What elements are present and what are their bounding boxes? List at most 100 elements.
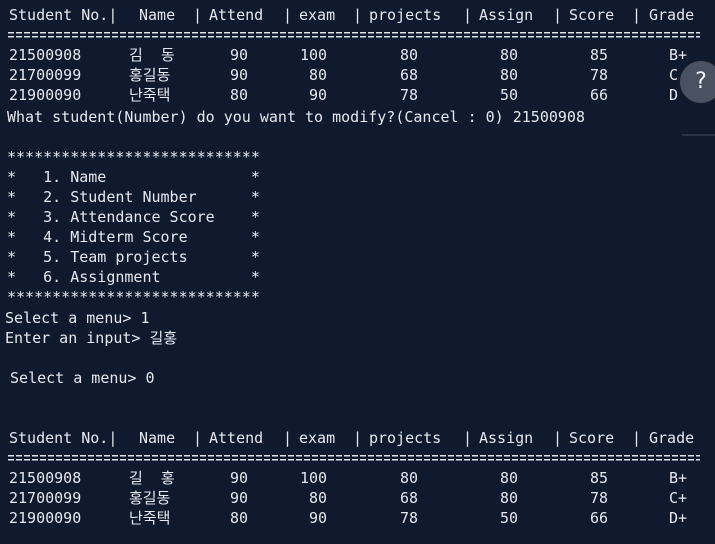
header-divider: | [353, 6, 363, 24]
cell-projects: 78 [400, 86, 419, 104]
cell-exam: 90 [309, 509, 328, 527]
cell-score: 66 [590, 509, 609, 527]
cell-assign: 80 [500, 489, 519, 507]
menu-item-assignment: * 6. Assignment * [7, 268, 260, 286]
table-row: 21900090 난죽택 80 90 78 50 66 D [0, 85, 678, 105]
table-header-top: Student No.| Name | Attend | exam | proj… [0, 5, 694, 25]
cell-grade: D+ [669, 509, 688, 527]
cell-assign: 50 [500, 509, 519, 527]
cell-assign: 80 [500, 469, 519, 487]
cell-student-no: 21700099 [9, 489, 82, 507]
header-divider: | [632, 429, 642, 447]
header-name: Name [139, 6, 176, 24]
header-score: Score [569, 429, 615, 447]
header-divider: | [463, 429, 473, 447]
cell-name: 길 홍 [129, 469, 175, 487]
cell-score: 78 [590, 66, 609, 84]
menu-border-bottom: **************************** [7, 288, 260, 306]
table-row: 21500908 길 홍 90 100 80 80 85 B+ [0, 468, 687, 488]
cell-assign: 80 [500, 46, 519, 64]
cell-score: 66 [590, 86, 609, 104]
header-grade: Grade [649, 429, 695, 447]
cell-score: 85 [590, 46, 609, 64]
cell-exam: 100 [300, 46, 328, 64]
cell-name: 홍길동 [129, 66, 171, 84]
help-button[interactable]: ? [678, 59, 715, 105]
header-student-no: Student No.| [9, 6, 118, 24]
header-assign: Assign [479, 429, 534, 447]
header-divider: | [353, 429, 363, 447]
cell-projects: 80 [400, 46, 419, 64]
cell-assign: 80 [500, 66, 519, 84]
cell-projects: 80 [400, 469, 419, 487]
cell-exam: 90 [309, 86, 328, 104]
cell-assign: 50 [500, 86, 519, 104]
cell-name: 난죽택 [129, 509, 171, 527]
header-projects: projects [369, 429, 442, 447]
cell-grade: B+ [669, 469, 688, 487]
cell-exam: 100 [300, 469, 328, 487]
cell-projects: 78 [400, 509, 419, 527]
header-divider: | [193, 429, 203, 447]
cell-score: 78 [590, 489, 609, 507]
cell-attend: 90 [230, 46, 249, 64]
cell-name: 김 동 [129, 46, 175, 64]
header-divider: | [553, 429, 563, 447]
cell-exam: 80 [309, 489, 328, 507]
table-separator [8, 454, 700, 462]
cell-projects: 68 [400, 489, 419, 507]
cell-projects: 68 [400, 66, 419, 84]
menu-border-top: **************************** [7, 148, 260, 166]
header-student-no: Student No.| [9, 429, 118, 447]
question-mark-icon: ? [695, 69, 707, 94]
cell-grade: C+ [669, 489, 688, 507]
table-separator [8, 31, 700, 39]
header-score: Score [569, 6, 615, 24]
cell-attend: 80 [230, 86, 249, 104]
cell-attend: 80 [230, 509, 249, 527]
enter-input-line: Enter an input> 길홍 [5, 329, 178, 347]
cell-grade: C [669, 66, 679, 84]
header-attend: Attend [209, 429, 264, 447]
cell-attend: 90 [230, 489, 249, 507]
header-grade: Grade [649, 6, 695, 24]
panel-edge-divider [682, 134, 715, 136]
header-exam: exam [299, 6, 336, 24]
header-attend: Attend [209, 6, 264, 24]
select-menu-line: Select a menu> 0 [1, 369, 155, 387]
cell-attend: 90 [230, 66, 249, 84]
cell-grade: B+ [669, 46, 688, 64]
table-row: 21700099 홍길동 90 80 68 80 78 C+ [0, 488, 687, 508]
cell-student-no: 21900090 [9, 509, 82, 527]
menu-item-name: * 1. Name * [7, 168, 260, 186]
table-row: 21700099 홍길동 90 80 68 80 78 C [0, 65, 678, 85]
table-header-bottom: Student No.| Name | Attend | exam | proj… [0, 428, 694, 448]
cell-name: 난죽택 [129, 86, 171, 104]
header-divider: | [283, 6, 293, 24]
header-assign: Assign [479, 6, 534, 24]
menu-item-team-projects: * 5. Team projects * [7, 248, 260, 266]
menu-item-attendance-score: * 3. Attendance Score * [7, 208, 260, 226]
header-divider: | [283, 429, 293, 447]
header-name: Name [139, 429, 176, 447]
select-menu-line: Select a menu> 1 [5, 309, 150, 327]
modify-prompt: What student(Number) do you want to modi… [7, 108, 585, 126]
cell-attend: 90 [230, 469, 249, 487]
cell-grade: D [669, 86, 679, 104]
table-row: 21900090 난죽택 80 90 78 50 66 D+ [0, 508, 687, 528]
menu-item-student-number: * 2. Student Number * [7, 188, 260, 206]
cell-exam: 80 [309, 66, 328, 84]
header-divider: | [553, 6, 563, 24]
header-divider: | [463, 6, 473, 24]
cell-name: 홍길동 [129, 489, 171, 507]
terminal-window[interactable]: Student No.| Name | Attend | exam | proj… [0, 0, 715, 544]
table-row: 21500908 김 동 90 100 80 80 85 B+ [0, 45, 687, 65]
header-divider: | [632, 6, 642, 24]
menu-item-midterm-score: * 4. Midterm Score * [7, 228, 260, 246]
header-exam: exam [299, 429, 336, 447]
cell-score: 85 [590, 469, 609, 487]
header-projects: projects [369, 6, 442, 24]
cell-student-no: 21700099 [9, 66, 82, 84]
cell-student-no: 21900090 [9, 86, 82, 104]
cell-student-no: 21500908 [9, 46, 82, 64]
